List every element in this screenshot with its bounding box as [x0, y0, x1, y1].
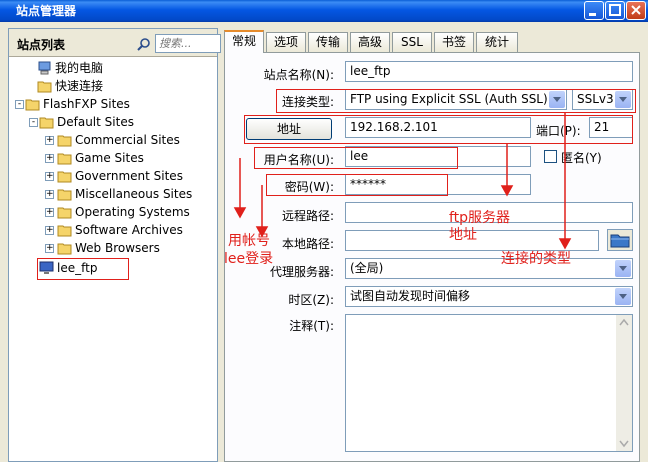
- annotation-login-line2: lee登录: [224, 251, 274, 267]
- annotation-login-line1: 用帐号: [228, 233, 270, 249]
- annotation-connection-type: 连接的类型: [501, 251, 571, 267]
- tab-general[interactable]: 常规: [224, 30, 264, 53]
- annotation-server-line2: 地址: [449, 227, 477, 243]
- annotation-server-line1: ftp服务器: [449, 210, 511, 226]
- annotation-arrows: [233, 112, 572, 250]
